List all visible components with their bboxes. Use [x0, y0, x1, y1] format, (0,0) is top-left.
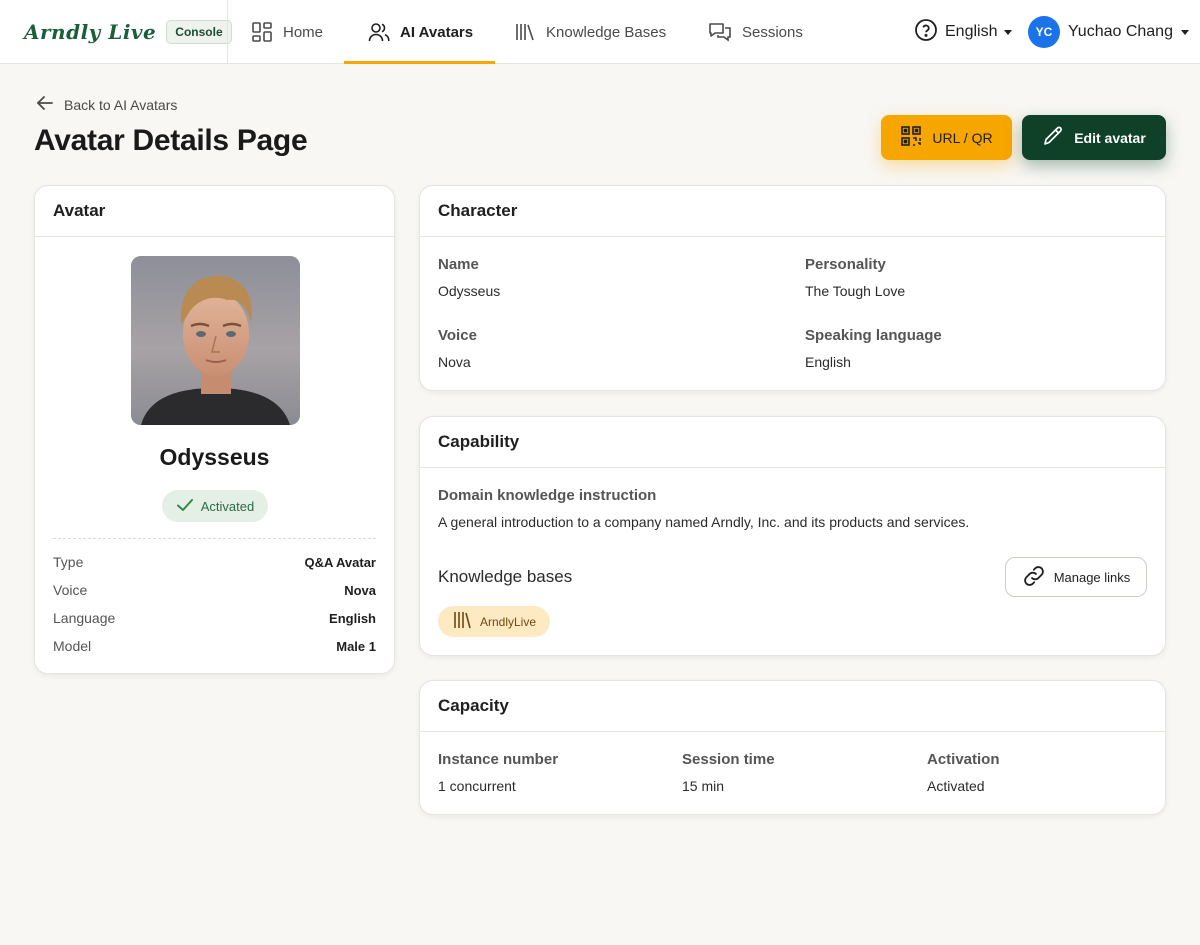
tab-knowledge-bases-label: Knowledge Bases [546, 23, 667, 41]
link-icon [1022, 564, 1046, 591]
capability-card-title: Capability [420, 417, 1165, 468]
character-card: Character Name Odysseus Personality The … [419, 185, 1166, 391]
top-navbar: Arndly Live Console Home AI Avatars Know… [0, 0, 1200, 64]
tab-knowledge-bases[interactable]: Knowledge Bases [514, 0, 666, 64]
speaking-language-label: Speaking language [805, 327, 942, 344]
tab-ai-avatars-label: AI Avatars [400, 23, 474, 41]
users-icon [368, 21, 390, 43]
help-icon [914, 18, 938, 47]
tab-home-label: Home [283, 23, 324, 41]
edit-avatar-button[interactable]: Edit avatar [1022, 115, 1166, 160]
instruction-value: A general introduction to a company name… [438, 514, 970, 530]
arrow-left-icon [36, 94, 54, 115]
edit-avatar-label: Edit avatar [1074, 129, 1146, 146]
session-time-value: 15 min [682, 778, 725, 794]
voice-label: Voice [438, 327, 477, 344]
language-select[interactable]: English [914, 18, 1013, 47]
character-card-title: Character [420, 186, 1165, 237]
detail-key: Voice [53, 582, 88, 598]
session-time-label: Session time [682, 751, 775, 768]
logo: Arndly Live [24, 20, 157, 44]
divider [53, 538, 376, 539]
activation-value: Activated [927, 778, 985, 794]
tab-sessions-label: Sessions [742, 23, 803, 41]
activation-label: Activation [927, 751, 1000, 768]
knowledge-base-chip[interactable]: ArndlyLive [438, 606, 550, 637]
detail-row-voice: Voice Nova [53, 580, 376, 600]
user-menu[interactable]: YC Yuchao Chang [1028, 16, 1189, 48]
back-link-label: Back to AI Avatars [64, 96, 178, 113]
library-icon [452, 610, 472, 633]
manage-links-button[interactable]: Manage links [1005, 557, 1147, 597]
url-qr-button[interactable]: URL / QR [881, 115, 1012, 160]
knowledge-base-chip-label: ArndlyLive [479, 614, 537, 629]
voice-value: Nova [438, 354, 471, 370]
language-label: English [945, 23, 998, 40]
detail-key: Language [53, 610, 116, 626]
tab-ai-avatars[interactable]: AI Avatars [343, 0, 496, 64]
speaking-language-value: English [805, 354, 851, 370]
detail-value: Q&A Avatar [304, 554, 376, 570]
console-badge: Console [166, 20, 232, 44]
capacity-card-title: Capacity [420, 681, 1165, 732]
chevron-down-icon [1004, 29, 1013, 35]
personality-label: Personality [805, 256, 886, 273]
pencil-icon [1042, 125, 1064, 150]
instance-number-value: 1 concurrent [438, 778, 516, 794]
instance-number-label: Instance number [438, 751, 559, 768]
chat-icon [708, 21, 732, 43]
status-label: Activated [200, 498, 255, 514]
instruction-label: Domain knowledge instruction [438, 487, 657, 504]
name-value: Odysseus [438, 283, 501, 299]
capacity-card: Capacity Instance number 1 concurrent Se… [419, 680, 1166, 815]
detail-row-type: Type Q&A Avatar [53, 552, 376, 572]
status-badge: Activated [162, 490, 268, 522]
grid-icon [251, 21, 273, 43]
avatar-card-title: Avatar [35, 186, 394, 237]
detail-value: English [329, 610, 376, 626]
detail-value: Male 1 [336, 638, 376, 654]
tab-home[interactable]: Home [251, 0, 323, 64]
avatar-card: Avatar Odysseus Activated Type Q&A Avata… [34, 185, 395, 674]
qr-code-icon [900, 125, 922, 150]
nav-divider [227, 0, 228, 64]
tab-sessions[interactable]: Sessions [708, 0, 803, 64]
detail-row-language: Language English [53, 608, 376, 628]
back-link[interactable]: Back to AI Avatars [36, 94, 177, 115]
name-label: Name [438, 256, 479, 273]
user-name: Yuchao Chang [1068, 23, 1173, 40]
detail-key: Type [53, 554, 84, 570]
brand[interactable]: Arndly Live Console [24, 18, 232, 46]
avatar-image [131, 256, 300, 425]
manage-links-label: Manage links [1053, 569, 1131, 585]
personality-value: The Tough Love [805, 283, 906, 299]
user-avatar: YC [1028, 16, 1060, 48]
library-icon [514, 21, 536, 43]
knowledge-bases-title: Knowledge bases [438, 567, 573, 586]
avatar-name: Odysseus [159, 444, 270, 470]
capability-card: Capability Domain knowledge instruction … [419, 416, 1166, 656]
chevron-down-icon [1180, 29, 1189, 35]
url-qr-label: URL / QR [932, 129, 993, 146]
detail-row-model: Model Male 1 [53, 636, 376, 656]
check-icon [176, 496, 194, 517]
detail-value: Nova [344, 582, 376, 598]
page-title: Avatar Details Page [34, 124, 308, 157]
detail-key: Model [53, 638, 92, 654]
